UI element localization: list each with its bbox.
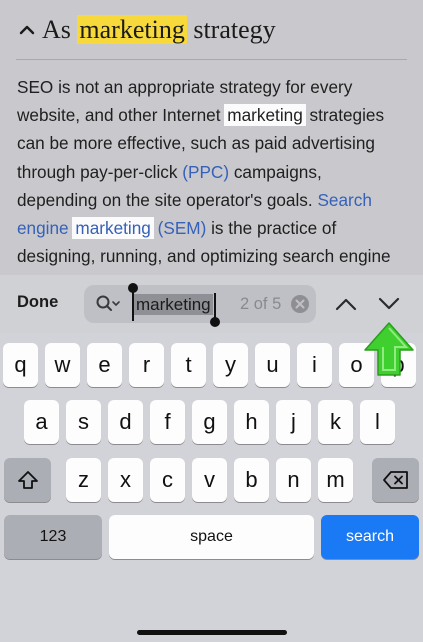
key-i[interactable]: i [297,343,332,387]
article-line: designing, running, and optimizing searc… [17,242,412,270]
backspace-key[interactable] [372,458,419,502]
key-e[interactable]: e [87,343,122,387]
chevron-up-icon[interactable] [16,19,38,41]
key-n[interactable]: n [276,458,311,502]
article-link[interactable]: (SEM) [153,218,207,238]
heading-prefix: As [42,15,78,44]
article-link[interactable]: (PPC) [182,162,229,182]
find-in-page-bar: Done marketing 2 of 5 [0,275,423,333]
key-g[interactable]: g [192,400,227,444]
search-key[interactable]: search [321,515,419,559]
key-t[interactable]: t [171,343,206,387]
key-x[interactable]: x [108,458,143,502]
done-button[interactable]: Done [17,293,58,312]
chevron-up-icon [335,298,357,311]
chevron-down-icon [378,297,400,310]
match-highlight: marketing [225,105,305,126]
shift-icon [17,471,38,489]
key-m[interactable]: m [318,458,353,502]
article-line: can be more effective, such as paid adve… [17,129,412,157]
article-text: through pay-per-click [17,161,183,182]
article-line: SEO is not an appropriate strategy for e… [17,73,412,101]
search-icon[interactable] [95,294,121,314]
previous-match-button[interactable] [334,294,358,314]
article-line: depending on the site operator's goals. … [17,186,412,214]
selection-end-handle[interactable] [210,317,220,327]
key-r[interactable]: r [129,343,164,387]
article-line: through pay-per-click (PPC) campaigns, [17,158,412,186]
heading-suffix: strategy [186,15,276,44]
selection-start-handle[interactable] [128,283,138,293]
keyboard: qwertyuiop asdfghjkl zxcvbnm 123 space s… [0,333,423,642]
section-heading[interactable]: As marketing strategy [16,10,276,50]
green-arrow-up-icon [361,320,417,378]
shift-key[interactable] [4,458,51,502]
article-text: website, and other Internet [17,105,226,126]
article-view: As marketing strategy SEO is not an appr… [0,0,423,275]
backspace-icon [382,471,408,489]
find-query-selection[interactable]: marketing [134,294,213,315]
find-query-text: marketing [136,295,211,314]
numbers-key[interactable]: 123 [4,515,102,559]
next-match-button[interactable] [377,294,401,314]
key-b[interactable]: b [234,458,269,502]
article-text: designing, running, and optimizing searc… [17,246,391,267]
clear-icon[interactable] [290,294,310,314]
match-count: 2 of 5 [240,295,282,313]
key-y[interactable]: y [213,343,248,387]
section-title: As marketing strategy [42,15,276,45]
article-text: can be more effective, such as paid adve… [17,133,375,154]
article-text: depending on the site operator's goals. [17,189,318,210]
article-text: campaigns, [229,161,322,182]
key-w[interactable]: w [45,343,80,387]
home-indicator [137,630,287,635]
key-d[interactable]: d [108,400,143,444]
key-a[interactable]: a [24,400,59,444]
key-s[interactable]: s [66,400,101,444]
article-text: is the practice of [206,217,337,238]
article-text: SEO is not an appropriate strategy for e… [17,77,353,97]
article-text: strategies [304,105,385,126]
key-u[interactable]: u [255,343,290,387]
key-h[interactable]: h [234,400,269,444]
current-match-highlight: marketing [77,15,187,44]
space-key[interactable]: space [109,515,314,559]
article-body: SEO is not an appropriate strategy for e… [17,73,412,270]
key-f[interactable]: f [150,400,185,444]
key-l[interactable]: l [360,400,395,444]
match-highlight[interactable]: marketing [73,217,153,238]
article-line: engine marketing (SEM) is the practice o… [17,214,412,242]
find-field[interactable]: marketing 2 of 5 [84,283,316,327]
article-link[interactable]: Search [317,190,371,210]
key-q[interactable]: q [3,343,38,387]
key-z[interactable]: z [66,458,101,502]
key-c[interactable]: c [150,458,185,502]
key-k[interactable]: k [318,400,353,444]
heading-divider [16,59,407,60]
article-link[interactable]: engine [17,218,73,238]
key-j[interactable]: j [276,400,311,444]
key-v[interactable]: v [192,458,227,502]
article-line: website, and other Internet marketing st… [17,101,412,129]
